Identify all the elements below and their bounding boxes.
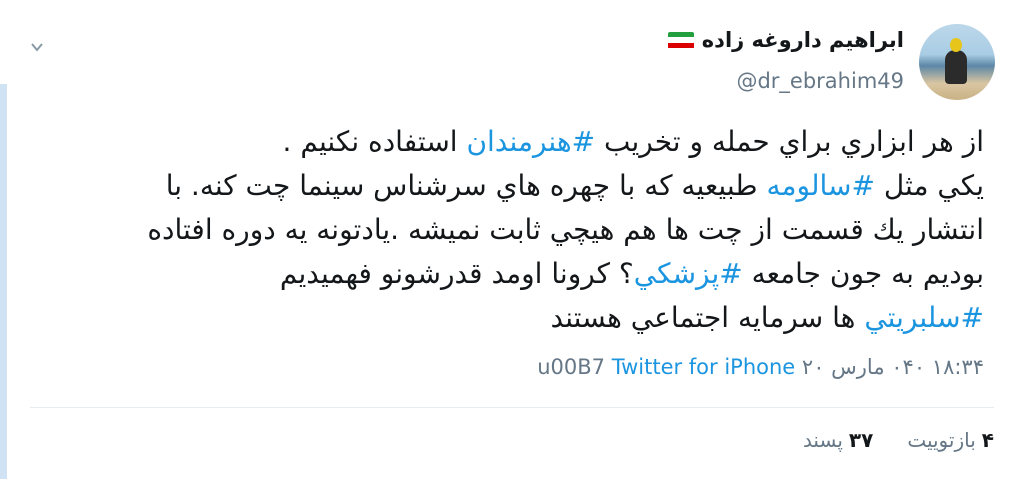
tweet-text: از هر ابزاري براي حمله و تخريب #هنرمندان… <box>24 120 984 340</box>
tweet-line-2: يكي مثل #سالومه طبيعيه كه با چهره هاي سر… <box>165 169 984 202</box>
user-name[interactable]: ابراهیم داروغه زاده <box>702 28 904 52</box>
hashtag-link[interactable]: #سالومه <box>766 169 874 202</box>
tweet-source-link[interactable]: Twitter for iPhone <box>612 355 796 379</box>
tweet-line-4: بوديم به جون جامعه #پزشكي؟ كرونا اومد قد… <box>279 257 984 290</box>
tweet-line-5: #سلبريتي ها سرمايه اجتماعي هستند <box>550 301 984 334</box>
avatar-child <box>950 38 962 52</box>
user-name-row[interactable]: ابراهیم داروغه زاده <box>667 28 904 52</box>
chevron-down-icon[interactable] <box>30 40 44 54</box>
tweet-line-3: انتشار يك قسمت از چت ها هم هيچي ثابت نمي… <box>147 213 984 246</box>
iran-flag-icon <box>667 31 694 49</box>
tweet-meta: ۱۸:۳۴ ۰۴۰ مارس ۲۰ u00B7 Twitter for iPho… <box>537 355 984 379</box>
hashtag-link[interactable]: #پزشكي <box>634 257 743 290</box>
avatar[interactable] <box>919 24 995 100</box>
thread-line <box>0 84 7 479</box>
tweet-line-1: از هر ابزاري براي حمله و تخريب #هنرمندان… <box>282 125 984 158</box>
tweet-stats: ۴بازتوییت ۳۷پسند <box>803 428 994 452</box>
likes-stat[interactable]: ۳۷پسند <box>803 428 873 452</box>
divider <box>30 407 994 408</box>
hashtag-link[interactable]: #هنرمندان <box>466 125 595 158</box>
user-handle[interactable]: @dr_ebrahim49 <box>736 69 904 93</box>
hashtag-link[interactable]: #سلبريتي <box>864 301 984 334</box>
avatar-person <box>945 50 967 84</box>
retweets-stat[interactable]: ۴بازتوییت <box>907 428 994 452</box>
